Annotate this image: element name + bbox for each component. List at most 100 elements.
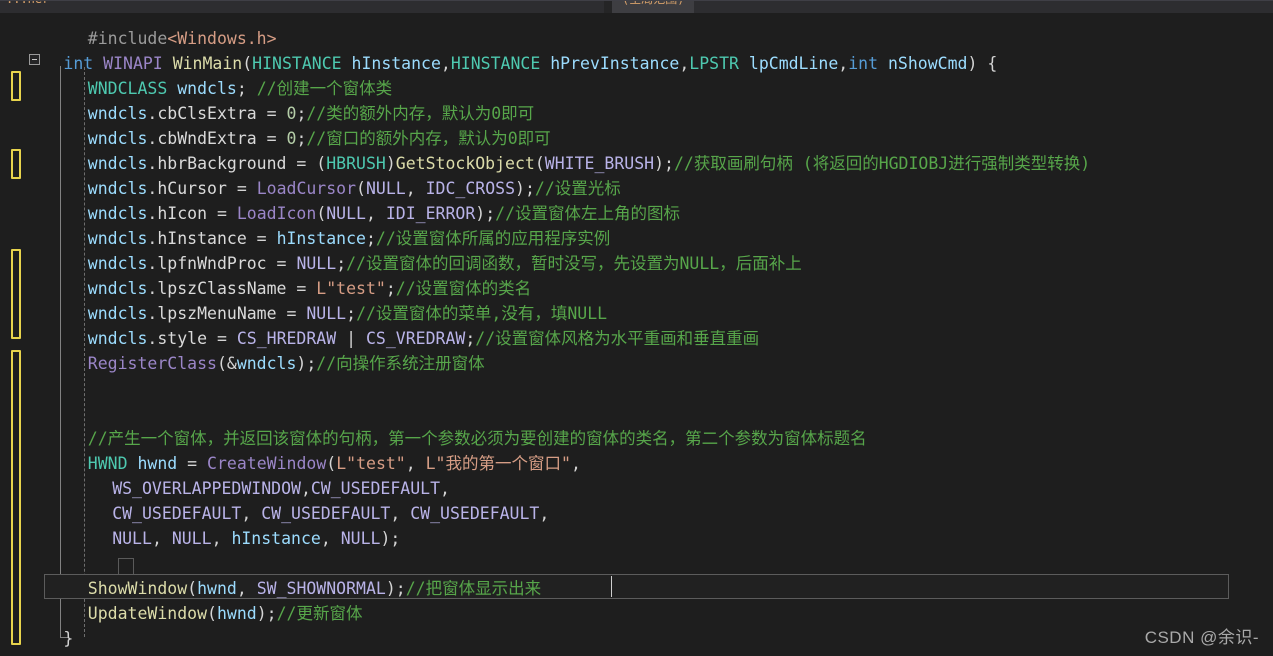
code-line[interactable]: int WINAPI WinMain(HINSTANCE hInstance,H… bbox=[63, 51, 997, 76]
code-token: ); bbox=[385, 579, 406, 598]
code-token: | bbox=[336, 329, 366, 348]
code-line[interactable]: wndcls.lpszMenuName = NULL;//设置窗体的菜单,没有，… bbox=[88, 301, 607, 326]
code-editor[interactable]: #include<Windows.h> int WINAPI WinMain(HI… bbox=[0, 13, 1273, 656]
code-line[interactable]: wndcls.lpfnWndProc = NULL;//设置窗体的回调函数，暂时… bbox=[88, 251, 802, 276]
code-token: wndcls bbox=[87, 179, 148, 198]
scope-dropdown[interactable]: (全局范围) bbox=[612, 0, 695, 13]
code-token: L"test" bbox=[336, 454, 406, 473]
code-line[interactable]: HWND hwnd = CreateWindow(L"test", L"我的第一… bbox=[88, 451, 581, 476]
tab-strip-gap bbox=[604, 0, 612, 13]
code-token: , bbox=[151, 529, 172, 548]
code-token: (& bbox=[216, 354, 237, 373]
code-token: ); bbox=[256, 604, 277, 623]
code-line[interactable]: CW_USEDEFAULT, CW_USEDEFAULT, CW_USEDEFA… bbox=[112, 501, 549, 526]
code-token: ( bbox=[326, 454, 337, 473]
code-line[interactable]: wndcls.hInstance = hInstance;//设置窗体所属的应用… bbox=[88, 226, 610, 251]
code-token: ; bbox=[465, 329, 476, 348]
code-line[interactable]: wndcls.cbClsExtra = 0;//类的额外内存，默认为0即可 bbox=[88, 101, 534, 126]
code-token: ( bbox=[242, 54, 253, 73]
code-token: = bbox=[226, 179, 257, 198]
code-token: = bbox=[276, 304, 307, 323]
code-line[interactable]: NULL, NULL, hInstance, NULL); bbox=[112, 526, 400, 551]
code-line[interactable]: WNDCLASS wndcls; //创建一个窗体类 bbox=[88, 76, 392, 101]
code-token: ; bbox=[296, 129, 307, 148]
code-token: CW_USEDEFAULT bbox=[410, 504, 540, 523]
code-token: HWND bbox=[87, 454, 128, 473]
code-token: . bbox=[147, 129, 158, 148]
code-token: ; bbox=[385, 279, 396, 298]
code-token: IDI_ERROR bbox=[385, 204, 476, 223]
code-token: SW_SHOWNORMAL bbox=[256, 579, 386, 598]
code-token: ( bbox=[356, 179, 366, 198]
code-token: NULL bbox=[306, 304, 347, 323]
code-token: . bbox=[147, 279, 158, 298]
code-token: NULL bbox=[326, 204, 366, 223]
code-token: nShowCmd bbox=[887, 54, 968, 73]
code-line[interactable]: UpdateWindow(hwnd);//更新窗体 bbox=[88, 601, 363, 626]
code-token: hwnd bbox=[197, 579, 237, 598]
code-line[interactable]: //产生一个窗体，并返回该窗体的句柄，第一个参数必须为要创建的窗体的类名，第二个… bbox=[88, 426, 867, 451]
editor-tab-strip: ...her (全局范围) bbox=[0, 0, 1273, 13]
code-token: , bbox=[440, 479, 450, 498]
code-text-area[interactable]: #include<Windows.h> int WINAPI WinMain(HI… bbox=[0, 13, 1273, 656]
code-line[interactable]: wndcls.cbWndExtra = 0;//窗口的额外内存，默认为0即可 bbox=[88, 126, 551, 151]
tab-active-file[interactable]: ...her bbox=[0, 0, 58, 13]
code-token: 0 bbox=[286, 129, 297, 148]
code-line[interactable]: #include<Windows.h> bbox=[88, 26, 277, 51]
code-token: ); bbox=[296, 354, 317, 373]
code-token: , bbox=[211, 529, 232, 548]
code-line[interactable]: } bbox=[63, 626, 73, 651]
code-token: wndcls bbox=[87, 154, 148, 173]
code-token: CW_USEDEFAULT bbox=[261, 504, 391, 523]
code-token: ); bbox=[380, 529, 401, 548]
csdn-watermark: CSDN @余识- bbox=[1144, 628, 1259, 647]
code-token: lpszClassName bbox=[157, 279, 287, 298]
code-token: hwnd bbox=[216, 604, 257, 623]
code-token: wndcls bbox=[87, 254, 148, 273]
code-token: ) bbox=[385, 154, 396, 173]
code-token: 0 bbox=[286, 104, 297, 123]
code-token: , bbox=[838, 54, 849, 73]
code-token: WHITE_BRUSH bbox=[544, 154, 655, 173]
code-token: CS_VREDRAW bbox=[365, 329, 466, 348]
code-token: LoadIcon bbox=[236, 204, 317, 223]
code-token: NULL bbox=[340, 529, 381, 548]
code-token: lpfnWndProc bbox=[157, 254, 267, 273]
code-line[interactable]: WS_OVERLAPPEDWINDOW,CW_USEDEFAULT, bbox=[112, 476, 450, 501]
code-token: } bbox=[63, 629, 74, 648]
code-token: , bbox=[366, 204, 386, 223]
code-token: WS_OVERLAPPEDWINDOW bbox=[112, 479, 301, 498]
code-token: = bbox=[207, 329, 237, 348]
code-token: . bbox=[147, 254, 158, 273]
code-token: wndcls bbox=[87, 329, 148, 348]
code-token: wndcls bbox=[87, 229, 148, 248]
code-token: CW_USEDEFAULT bbox=[310, 479, 441, 498]
code-line[interactable]: RegisterClass(&wndcls);//向操作系统注册窗体 bbox=[88, 351, 485, 376]
code-token: hInstance bbox=[276, 229, 366, 248]
code-line[interactable]: wndcls.style = CS_HREDRAW | CS_VREDRAW;/… bbox=[88, 326, 759, 351]
code-token: = bbox=[177, 454, 208, 473]
code-token: WinMain bbox=[172, 54, 243, 73]
code-token: ; bbox=[365, 229, 376, 248]
code-token: hbrBackground bbox=[157, 154, 287, 173]
code-token: WNDCLASS bbox=[87, 79, 168, 98]
code-token: LPSTR bbox=[689, 54, 739, 73]
code-line[interactable]: wndcls.hbrBackground = (HBRUSH)GetStockO… bbox=[88, 151, 1090, 176]
code-line[interactable]: wndcls.hCursor = LoadCursor(NULL, IDC_CR… bbox=[88, 176, 621, 201]
code-token: hInstance bbox=[351, 54, 441, 73]
code-token: style bbox=[157, 329, 208, 348]
code-line[interactable]: ShowWindow(hwnd, SW_SHOWNORMAL);//把窗体显示出… bbox=[88, 576, 541, 601]
code-token: CS_HREDRAW bbox=[236, 329, 337, 348]
code-token: int bbox=[63, 54, 94, 73]
code-token: //窗口的额外内存，默认为0即可 bbox=[306, 129, 551, 148]
code-line[interactable]: wndcls.hIcon = LoadIcon(NULL, IDI_ERROR)… bbox=[88, 201, 680, 226]
code-token: , bbox=[241, 504, 262, 523]
code-line[interactable]: wndcls.lpszClassName = L"test";//设置窗体的类名 bbox=[88, 276, 531, 301]
code-token: ; bbox=[236, 79, 257, 98]
code-token: ); bbox=[654, 154, 674, 173]
code-token: , bbox=[440, 54, 451, 73]
code-token: = bbox=[256, 104, 287, 123]
code-token: L"test" bbox=[316, 279, 386, 298]
